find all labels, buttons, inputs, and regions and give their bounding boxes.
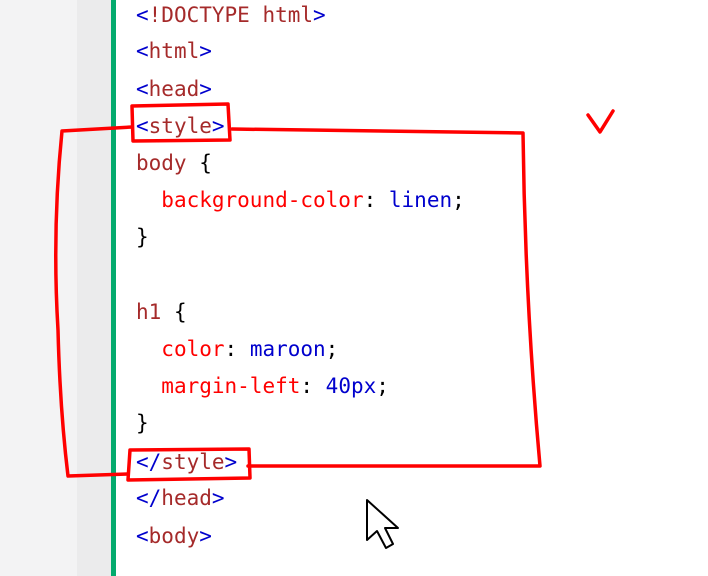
css-selector: h1 xyxy=(136,300,162,324)
css-colon: : xyxy=(363,188,389,212)
tag-name: style xyxy=(161,450,225,474)
line-number-gutter xyxy=(77,0,111,576)
css-property: background-color xyxy=(161,188,364,212)
tag-name: body xyxy=(148,524,200,548)
tag-name: style xyxy=(148,114,212,138)
close-bracket: > xyxy=(211,114,225,138)
style-block-outline xyxy=(54,125,542,478)
code-line-head-open: <head> xyxy=(136,74,212,104)
css-brace: { xyxy=(186,151,212,175)
close-bracket: > xyxy=(199,524,212,548)
code-line-style-open: <style> xyxy=(136,111,225,141)
code-line-body-close: } xyxy=(136,222,149,252)
code-line-doctype: <!DOCTYPE html> xyxy=(136,0,326,30)
css-semicolon: ; xyxy=(325,337,339,361)
left-gutter xyxy=(0,0,77,576)
code-line-background-color: background-color: linen; xyxy=(136,185,465,215)
open-bracket: < xyxy=(136,77,149,101)
example-accent-bar xyxy=(111,0,116,576)
css-semicolon: ; xyxy=(376,374,389,398)
open-bracket: < xyxy=(136,39,149,63)
css-brace: } xyxy=(136,225,149,249)
css-selector: body xyxy=(136,151,187,175)
css-brace: { xyxy=(161,300,187,324)
css-value: 40px xyxy=(325,374,377,398)
tag-name: head xyxy=(148,77,200,101)
close-bracket: > xyxy=(199,77,212,101)
close-bracket: > xyxy=(224,450,238,474)
open-bracket: </ xyxy=(136,486,162,510)
tag-name: head xyxy=(161,486,212,510)
mouse-pointer-icon xyxy=(366,499,399,549)
tag-name: !DOCTYPE html xyxy=(148,3,314,27)
css-semicolon: ; xyxy=(452,188,465,212)
close-bracket: > xyxy=(313,3,326,27)
css-brace: } xyxy=(136,411,149,435)
code-line-h1-close: } xyxy=(136,408,149,438)
css-property: color xyxy=(161,337,225,361)
code-line-h1-selector: h1 { xyxy=(136,297,187,327)
code-line-margin-left: margin-left: 40px; xyxy=(136,371,389,401)
close-bracket: > xyxy=(211,486,225,510)
code-line-style-close: </style> xyxy=(136,447,237,477)
css-property: margin-left xyxy=(161,374,301,398)
open-bracket: < xyxy=(136,524,149,548)
check-mark-icon xyxy=(586,109,615,134)
code-line-html-open: <html> xyxy=(136,36,212,66)
close-bracket: > xyxy=(199,39,212,63)
code-line-body-open: <body> xyxy=(136,521,212,551)
css-value: linen xyxy=(388,188,453,212)
open-bracket: < xyxy=(136,3,149,27)
open-bracket: </ xyxy=(136,450,162,474)
open-bracket: < xyxy=(136,114,149,138)
code-line-head-close: </head> xyxy=(136,483,225,513)
tag-name: html xyxy=(148,39,200,63)
code-screenshot: <!DOCTYPE html> <html> <head> <style> bo… xyxy=(0,0,708,576)
code-line-color: color: maroon; xyxy=(136,334,338,364)
css-colon: : xyxy=(300,374,326,398)
css-colon: : xyxy=(224,337,250,361)
css-value: maroon xyxy=(249,337,326,361)
code-line-body-selector: body { xyxy=(136,148,212,178)
